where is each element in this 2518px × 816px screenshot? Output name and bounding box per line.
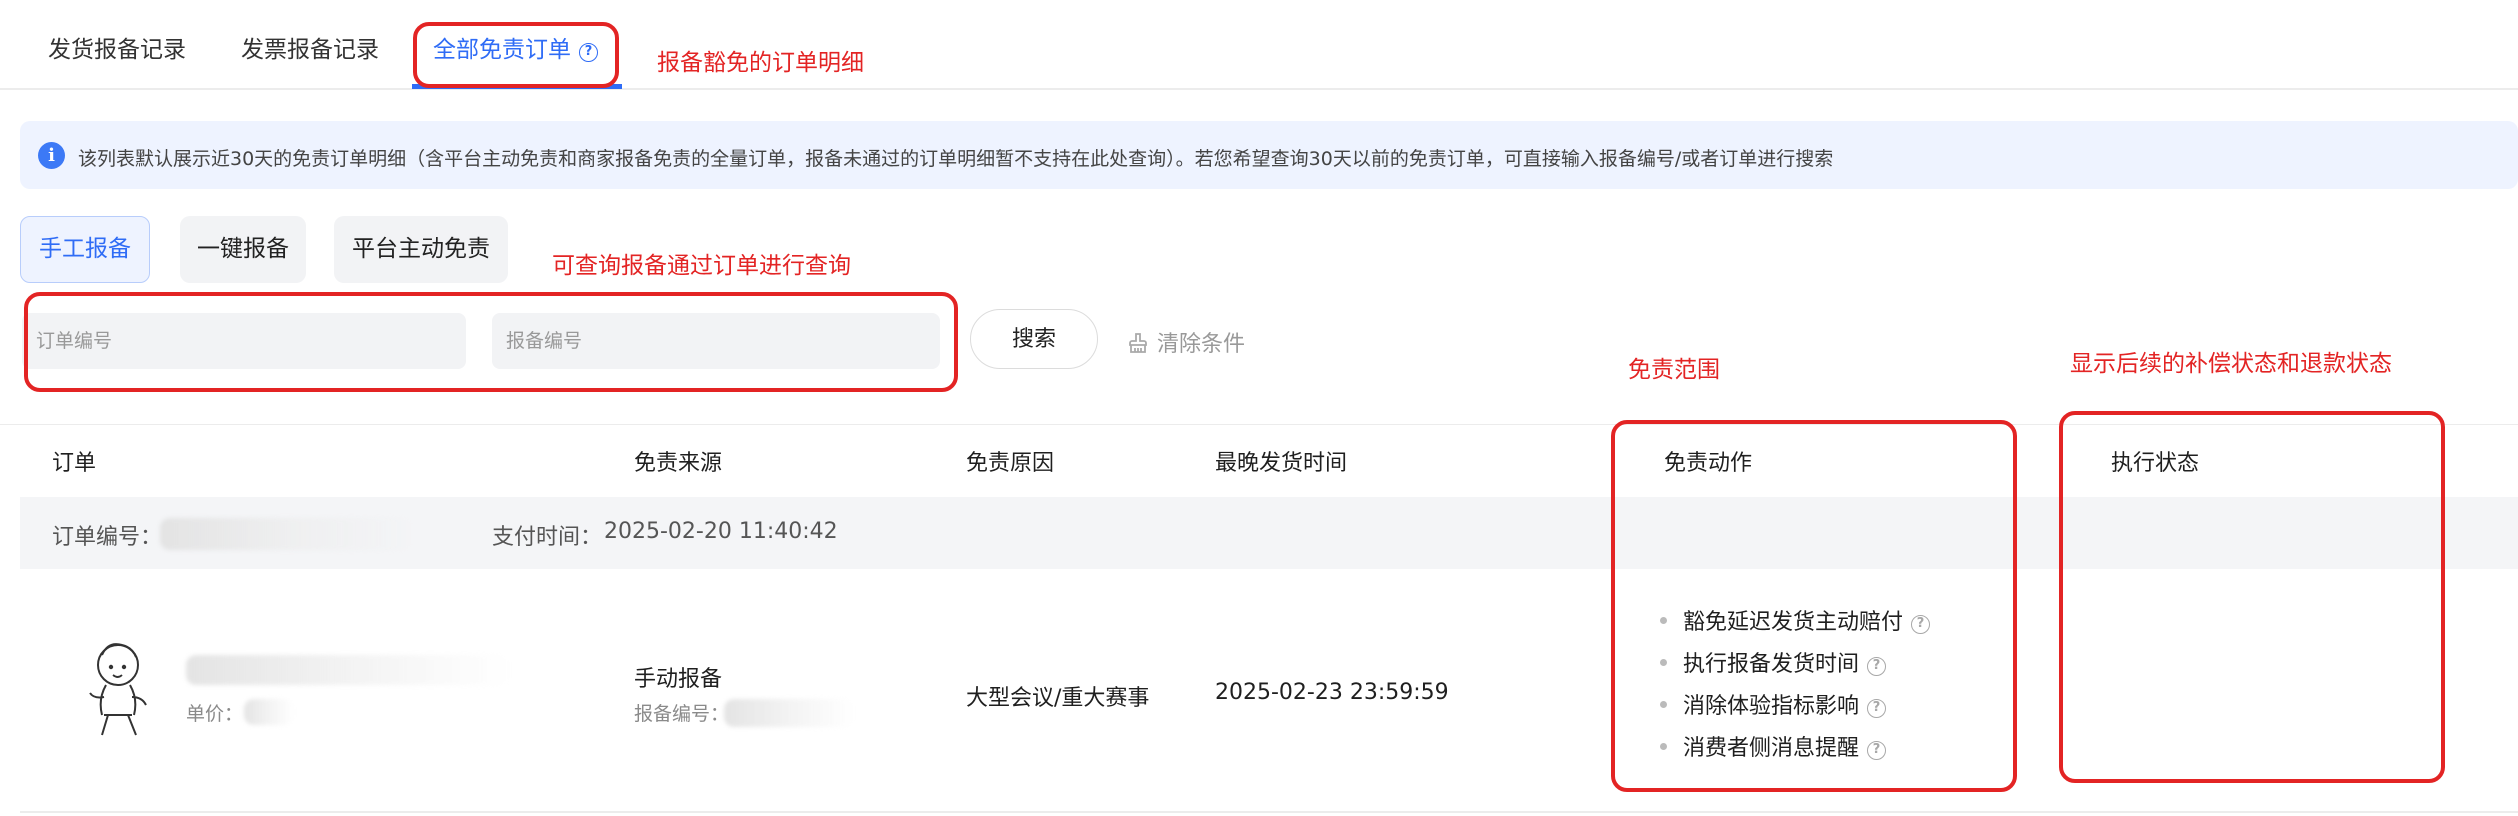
tab-shipping-report-records[interactable]: 发货报备记录 [48,30,186,64]
exempt-reason-value: 大型会议/重大赛事 [966,686,1150,711]
redacted-report-number [724,699,854,727]
pay-time-value: 2025-02-20 11:40:42 [604,519,838,544]
annotation-scope-note: 免责范围 [1628,357,1720,383]
clear-conditions-button[interactable]: 清除条件 [1127,326,1245,358]
annotation-box-tab [413,22,619,88]
header-exempt-reason: 免责原因 [966,451,1055,476]
annotation-box-exempt-actions [1611,420,2017,792]
info-icon: i [38,142,65,169]
header-order: 订单 [52,451,97,476]
info-banner-text: 该列表默认展示近30天的免责订单明细（含平台主动免责和商家报备免责的全量订单，报… [78,148,1834,170]
table-bottom-divider [20,811,2518,813]
product-thumbnail [89,643,147,736]
redacted-product-title [186,655,511,685]
annotation-status-note: 显示后续的补偿状态和退款状态 [2070,351,2392,377]
unit-price-label: 单价： [186,703,244,725]
info-banner: i 该列表默认展示近30天的免责订单明细（含平台主动免责和商家报备免责的全量订单… [20,121,2518,189]
redacted-unit-price [244,699,294,725]
header-exempt-source: 免责来源 [634,451,723,476]
header-latest-ship-time: 最晚发货时间 [1215,451,1348,476]
search-button[interactable]: 搜索 [970,309,1098,369]
annotation-tab-note: 报备豁免的订单明细 [657,50,864,76]
filter-one-click-report[interactable]: 一键报备 [180,216,306,283]
latest-ship-time-value: 2025-02-23 23:59:59 [1215,680,1449,705]
annotation-box-search [24,292,958,392]
order-number-label: 订单编号： [52,525,163,550]
annotation-search-note: 可查询报备通过订单进行查询 [552,253,851,279]
filter-platform-exempt[interactable]: 平台主动免责 [334,216,508,283]
redacted-order-number [160,518,415,550]
clear-conditions-label: 清除条件 [1157,332,1246,357]
tab-bar: 发货报备记录 发票报备记录 全部免责订单? [0,0,2518,90]
broom-icon [1129,333,1147,353]
tab-invoice-report-records[interactable]: 发票报备记录 [241,30,379,64]
report-number-label: 报备编号： [634,703,730,725]
pay-time-label: 支付时间： [492,525,603,550]
annotation-box-execution-status [2059,411,2445,783]
exempt-source-value: 手动报备 [634,667,723,692]
filter-manual-report[interactable]: 手工报备 [20,216,150,283]
